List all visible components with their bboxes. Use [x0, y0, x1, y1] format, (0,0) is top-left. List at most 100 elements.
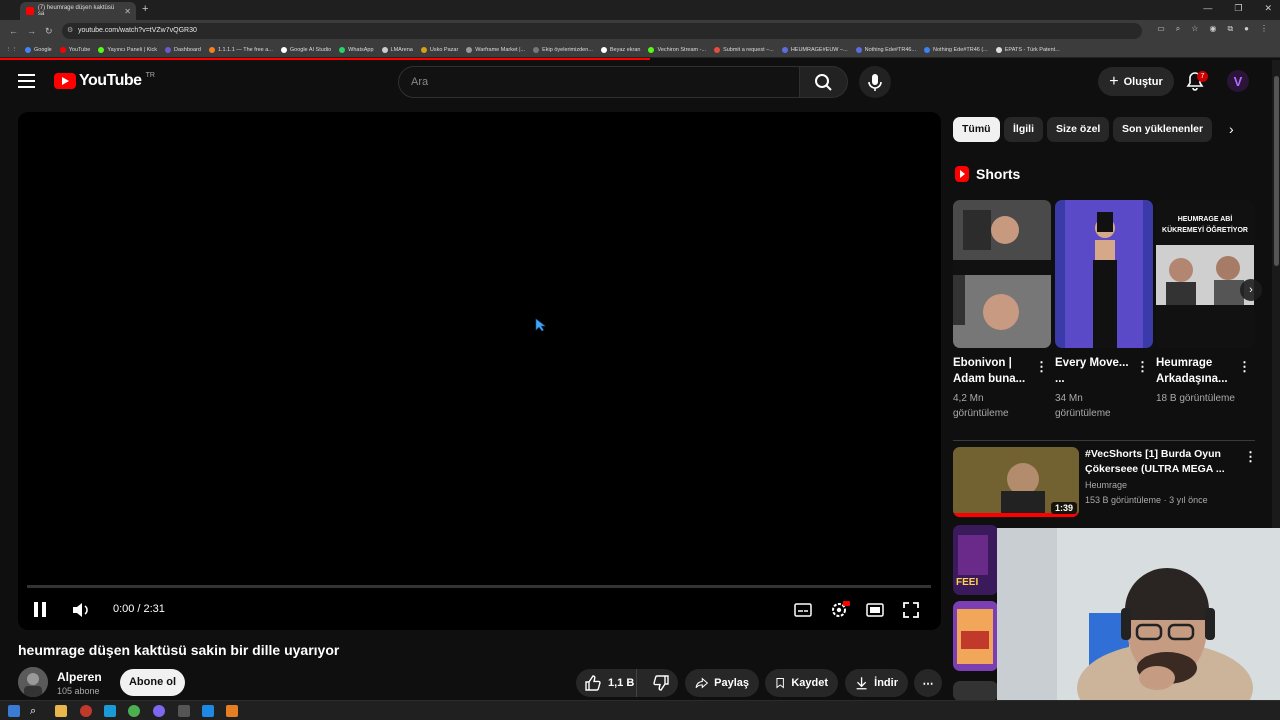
back-icon[interactable]: ← [9, 26, 18, 36]
browser-menu-icon[interactable]: ⋮ [1260, 24, 1268, 34]
chip-all[interactable]: Tümü [953, 117, 1000, 142]
subscriber-count: 105 abone [57, 686, 100, 696]
account-avatar[interactable]: V [1227, 70, 1249, 92]
share-button[interactable]: Paylaş [685, 669, 759, 697]
bookmark-item[interactable]: WhatsApp [339, 46, 374, 53]
browser-tab-bar: (7) heumrage düşen kaktüsü sa ✕ + — ❐ ✕ [0, 0, 1280, 20]
bookmark-item[interactable]: Dashboard [165, 46, 201, 53]
minimize-icon[interactable]: — [1203, 3, 1212, 14]
cast-icon[interactable]: ▭ [1157, 24, 1165, 34]
more-actions-button[interactable]: ⋯ [914, 669, 942, 697]
more-vertical-icon[interactable]: ⋮ [1244, 449, 1257, 465]
zoom-icon[interactable]: ⌕ [1176, 24, 1180, 34]
bookmark-item[interactable]: LMArena [381, 46, 413, 53]
microphone-icon [868, 74, 882, 91]
youtube-favicon-icon [26, 7, 34, 15]
bookmark-star-icon[interactable]: ☆ [1191, 24, 1198, 34]
video-list-title[interactable]: #VecShorts [1] Burda Oyun Çökerseee (ULT… [1085, 447, 1235, 477]
app-icon[interactable] [178, 705, 190, 717]
windows-start-icon[interactable] [8, 705, 20, 717]
bookmark-item[interactable]: Google AI Studio [280, 46, 331, 53]
reload-icon[interactable]: ↻ [45, 26, 53, 37]
browser-tab[interactable]: (7) heumrage düşen kaktüsü sa ✕ [20, 2, 136, 20]
forward-icon[interactable]: → [27, 26, 36, 36]
video-thumbnail[interactable] [953, 601, 998, 671]
apps-icon[interactable]: ⋮⋮ [6, 47, 17, 53]
chip-recently-uploaded[interactable]: Son yüklenenler [1113, 117, 1213, 142]
close-window-icon[interactable]: ✕ [1264, 3, 1272, 14]
maximize-icon[interactable]: ❐ [1234, 3, 1242, 14]
search-icon[interactable]: ⌕ [30, 705, 42, 717]
chip-related[interactable]: İlgili [1004, 117, 1043, 142]
bookmark-item[interactable]: Beyaz ekran [600, 46, 640, 53]
scrollbar-thumb[interactable] [1274, 76, 1279, 266]
bookmark-item[interactable]: Ekip öyelerimizden... [533, 46, 593, 53]
url-field[interactable]: ⚙ youtube.com/watch?v=tVZw7vQGR30 [62, 23, 1142, 39]
create-button[interactable]: + Oluştur [1098, 67, 1174, 96]
extensions-puzzle-icon[interactable]: ⧉ [1227, 24, 1233, 34]
more-vertical-icon[interactable]: ⋮ [1136, 359, 1149, 375]
webcam-overlay [997, 528, 1280, 703]
bookmark-item[interactable]: Vechiron Stream -... [648, 46, 706, 53]
more-vertical-icon[interactable]: ⋮ [1238, 359, 1251, 375]
bookmark-item[interactable]: Yayıncı Paneli | Kick [98, 46, 157, 53]
bookmark-item[interactable]: Warframe Market |... [466, 46, 525, 53]
voice-search-button[interactable] [859, 66, 891, 98]
site-info-icon[interactable]: ⚙ [67, 23, 73, 39]
theater-mode-icon[interactable] [866, 601, 884, 619]
search-input[interactable]: Ara [398, 66, 800, 98]
bookmark-item[interactable]: Submit a request –... [714, 46, 774, 53]
short-thumbnail[interactable] [1055, 200, 1153, 348]
search-button[interactable] [800, 66, 848, 98]
short-views: 18 B görüntüleme [1156, 393, 1235, 404]
current-time: 0:00 [113, 603, 135, 615]
short-title[interactable]: Ebonivon | Adam buna... [953, 355, 1035, 387]
youtube-logo[interactable]: YouTube TR [54, 72, 155, 90]
video-progress-bar[interactable] [27, 585, 931, 588]
pause-button[interactable] [34, 602, 48, 617]
save-button[interactable]: Kaydet [765, 669, 838, 697]
channel-name[interactable]: Alperen [57, 670, 102, 684]
app-icon[interactable] [80, 705, 92, 717]
telegram-icon[interactable] [104, 705, 116, 717]
bookmark-item[interactable]: Google [25, 46, 52, 53]
bookmark-item[interactable]: EPATS - Türk Patent... [995, 46, 1060, 53]
subtitles-icon[interactable] [794, 601, 812, 619]
extension-icon[interactable]: ◉ [1209, 24, 1216, 34]
app-icon[interactable] [226, 705, 238, 717]
app-icon[interactable] [202, 705, 214, 717]
channel-avatar[interactable] [18, 667, 48, 697]
settings-gear-icon[interactable] [830, 601, 850, 619]
svg-text:FEEI: FEEI [956, 577, 978, 588]
more-vertical-icon[interactable]: ⋮ [1035, 359, 1048, 375]
video-list-channel[interactable]: Heumrage [1085, 480, 1127, 490]
volume-icon[interactable] [71, 601, 91, 619]
chrome-icon[interactable] [128, 705, 140, 717]
video-thumbnail[interactable]: FEEI [953, 525, 998, 595]
bookmark-item[interactable]: 1.1.1.1 — The free a... [208, 46, 273, 53]
short-title[interactable]: Heumrage Arkadaşına... [1156, 355, 1238, 387]
short-thumbnail[interactable] [953, 200, 1051, 348]
chevron-right-icon[interactable]: › [1229, 121, 1234, 137]
download-button[interactable]: İndir [845, 669, 908, 697]
video-thumbnail[interactable] [953, 681, 998, 701]
new-tab-icon[interactable]: + [142, 3, 148, 15]
fullscreen-icon[interactable] [902, 601, 920, 619]
video-player[interactable] [18, 112, 941, 630]
close-tab-icon[interactable]: ✕ [124, 7, 131, 16]
profile-icon[interactable]: ● [1244, 24, 1249, 34]
bookmark-item[interactable]: Nothing Ede#TR46... [855, 46, 916, 53]
bookmark-item[interactable]: YouTube [59, 46, 90, 53]
menu-hamburger-icon[interactable] [18, 74, 35, 88]
shorts-next-button[interactable]: › [1240, 279, 1262, 301]
dislike-button[interactable] [643, 674, 678, 692]
file-explorer-icon[interactable] [55, 705, 67, 717]
like-button[interactable]: 1,1 B [576, 669, 638, 697]
chip-for-you[interactable]: Size özel [1047, 117, 1110, 142]
app-icon[interactable] [153, 705, 165, 717]
short-title[interactable]: Every Move... ... [1055, 355, 1137, 387]
bookmark-item[interactable]: HEUMRAGE#EUW –... [781, 46, 848, 53]
subscribe-button[interactable]: Abone ol [120, 669, 185, 696]
bookmark-item[interactable]: Nothing Ede#TR46 (... [924, 46, 988, 53]
bookmark-item[interactable]: Usko Pazar [420, 46, 458, 53]
